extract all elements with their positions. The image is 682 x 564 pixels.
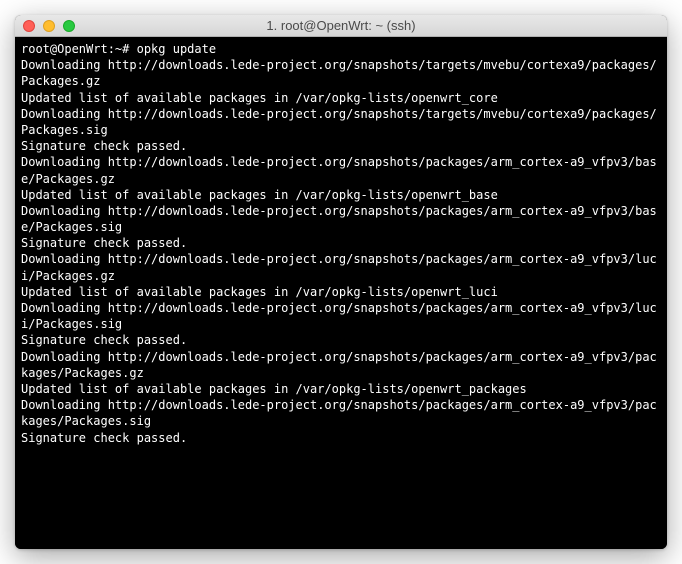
output-line: Updated list of available packages in /v… — [21, 382, 527, 396]
output-line: Updated list of available packages in /v… — [21, 188, 498, 202]
output-line: Signature check passed. — [21, 139, 187, 153]
output-line: Downloading http://downloads.lede-projec… — [21, 252, 657, 282]
output-line: Signature check passed. — [21, 333, 187, 347]
output-line: Updated list of available packages in /v… — [21, 91, 498, 105]
terminal-window: 1. root@OpenWrt: ~ (ssh) root@OpenWrt:~#… — [15, 15, 667, 549]
output-line: Downloading http://downloads.lede-projec… — [21, 398, 657, 428]
output-line: Downloading http://downloads.lede-projec… — [21, 107, 657, 137]
output-line: Downloading http://downloads.lede-projec… — [21, 204, 657, 234]
traffic-lights — [23, 20, 75, 32]
maximize-icon[interactable] — [63, 20, 75, 32]
window-titlebar[interactable]: 1. root@OpenWrt: ~ (ssh) — [15, 15, 667, 37]
output-line: Downloading http://downloads.lede-projec… — [21, 350, 657, 380]
shell-prompt: root@OpenWrt:~# — [21, 42, 137, 56]
output-line: Updated list of available packages in /v… — [21, 285, 498, 299]
terminal-output[interactable]: root@OpenWrt:~# opkg update Downloading … — [15, 37, 667, 549]
minimize-icon[interactable] — [43, 20, 55, 32]
output-line: Downloading http://downloads.lede-projec… — [21, 301, 657, 331]
close-icon[interactable] — [23, 20, 35, 32]
output-line: Signature check passed. — [21, 431, 187, 445]
shell-command: opkg update — [137, 42, 216, 56]
window-title: 1. root@OpenWrt: ~ (ssh) — [15, 18, 667, 33]
output-line: Downloading http://downloads.lede-projec… — [21, 155, 657, 185]
output-line: Downloading http://downloads.lede-projec… — [21, 58, 657, 88]
output-line: Signature check passed. — [21, 236, 187, 250]
